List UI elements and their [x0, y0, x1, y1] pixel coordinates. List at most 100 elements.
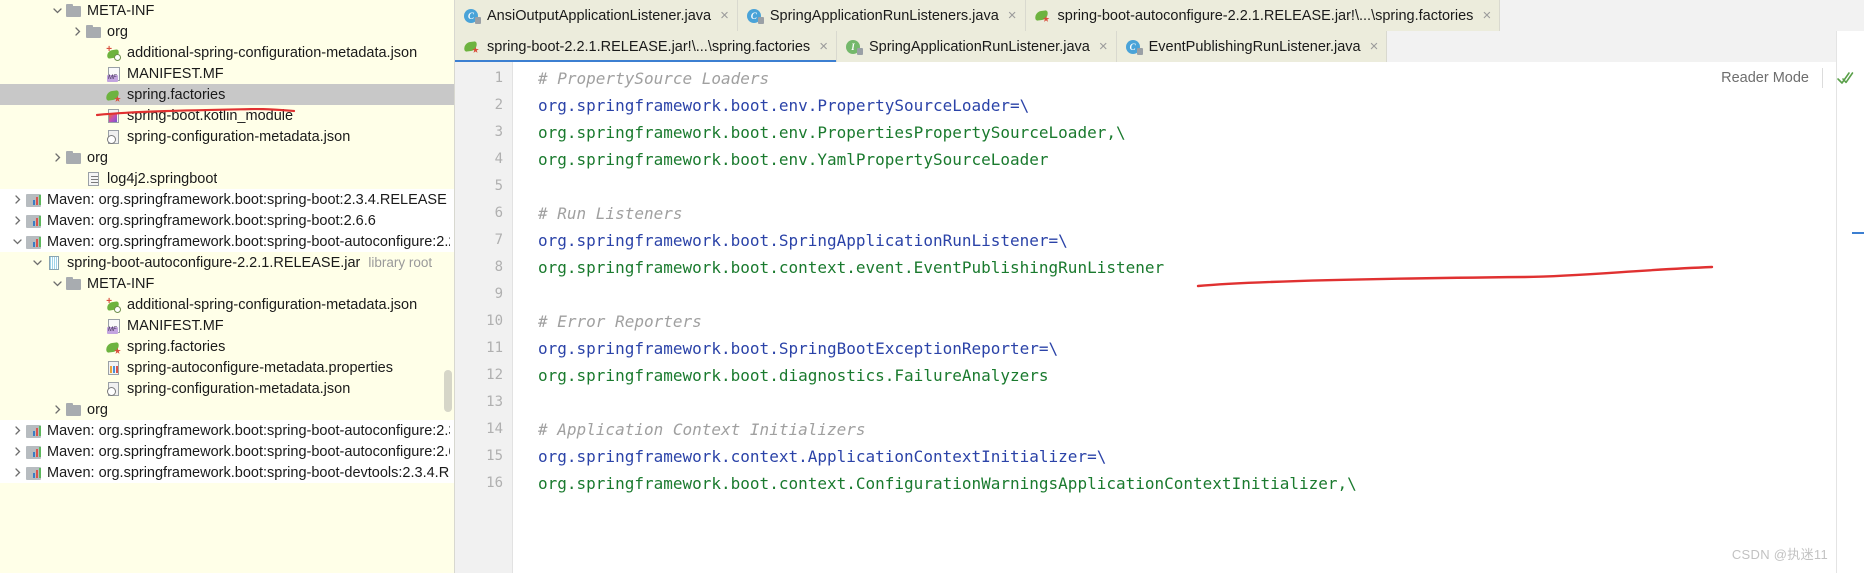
tree-item[interactable]: spring-boot-autoconfigure-2.2.1.RELEASE.…	[0, 252, 454, 273]
tree-item[interactable]: spring.factories	[0, 84, 454, 105]
editor-tab[interactable]: C SpringApplicationRunListeners.java ×	[737, 0, 1026, 31]
close-icon[interactable]: ×	[1370, 39, 1379, 54]
code-line[interactable]: # Error Reporters	[538, 308, 1864, 335]
chevron-down-icon[interactable]	[9, 236, 25, 247]
java-class-icon: C	[746, 8, 764, 24]
log-file-icon	[85, 171, 103, 187]
editor-tab[interactable]: I SpringApplicationRunListener.java ×	[836, 31, 1117, 62]
chevron-right-icon[interactable]	[9, 446, 25, 457]
line-number: 1	[494, 70, 503, 86]
editor-tab-bar[interactable]: C AnsiOutputApplicationListener.java × C Spr…	[455, 0, 1864, 63]
tree-item[interactable]: + additional-spring-configuration-metadat…	[0, 294, 454, 315]
code-line[interactable]: org.springframework.context.ApplicationC…	[538, 443, 1864, 470]
chevron-right-icon[interactable]	[9, 194, 25, 205]
tree-item-label: spring-boot.kotlin_module	[127, 107, 294, 124]
tree-item[interactable]: + additional-spring-configuration-metadat…	[0, 42, 454, 63]
code-line[interactable]: org.springframework.boot.context.Configu…	[538, 470, 1864, 497]
code-line[interactable]: org.springframework.boot.context.event.E…	[538, 254, 1864, 281]
chevron-down-icon[interactable]	[29, 257, 45, 268]
code-line[interactable]: org.springframework.boot.SpringBootExcep…	[538, 335, 1864, 362]
tree-item[interactable]: Maven: org.springframework.boot:spring-b…	[0, 231, 454, 252]
editor-tab-label: SpringApplicationRunListener.java	[868, 38, 1090, 55]
tree-item[interactable]: spring.factories	[0, 336, 454, 357]
tree-item[interactable]: org	[0, 147, 454, 168]
code-line[interactable]: org.springframework.boot.env.PropertiesP…	[538, 119, 1864, 146]
line-number: 13	[486, 394, 503, 410]
tree-item[interactable]: Maven: org.springframework.boot:spring-b…	[0, 462, 454, 483]
tree-item-label: spring.factories	[127, 86, 226, 103]
tree-item[interactable]: MANIFEST.MF	[0, 315, 454, 336]
close-icon[interactable]: ×	[1008, 8, 1017, 23]
tree-item-label: META-INF	[87, 2, 155, 19]
double-check-icon[interactable]	[1836, 69, 1854, 87]
close-icon[interactable]: ×	[819, 39, 828, 54]
code-line[interactable]: # Application Context Initializers	[538, 416, 1864, 443]
tree-item[interactable]: META-INF	[0, 273, 454, 294]
tree-item[interactable]: MANIFEST.MF	[0, 63, 454, 84]
tree-item[interactable]: Maven: org.springframework.boot:spring-b…	[0, 420, 454, 441]
code-line[interactable]: org.springframework.boot.env.PropertySou…	[538, 92, 1864, 119]
code-line[interactable]: org.springframework.boot.diagnostics.Fai…	[538, 362, 1864, 389]
code-line-text: org.springframework.boot.context.event.E…	[538, 258, 1165, 277]
line-number: 2	[494, 97, 503, 113]
code-content[interactable]: # PropertySource Loaders org.springframew…	[513, 62, 1864, 573]
line-number: 10	[486, 313, 503, 329]
code-line-text: org.springframework.boot.env.PropertySou…	[538, 96, 1030, 115]
editor-body[interactable]: 1 2 3 4 5 6 7 8 9 10 11 12 13 14 15 16 # PropertySource…	[455, 62, 1864, 573]
tree-item-label: spring-configuration-metadata.json	[127, 128, 351, 145]
chevron-down-icon[interactable]	[49, 5, 65, 16]
code-line[interactable]: # Run Listeners	[538, 200, 1864, 227]
code-line[interactable]: # PropertySource Loaders	[538, 65, 1864, 92]
tab-bar-filler	[1500, 0, 1864, 31]
project-tool-window[interactable]: META-INF org + additional-spring-configurat…	[0, 0, 455, 573]
code-line[interactable]	[538, 281, 1864, 308]
editor-tab[interactable]: C AnsiOutputApplicationListener.java ×	[455, 0, 738, 31]
tree-item[interactable]: spring-boot.kotlin_module	[0, 105, 454, 126]
line-number-gutter: 1 2 3 4 5 6 7 8 9 10 11 12 13 14 15 16	[455, 62, 513, 573]
tree-item[interactable]: META-INF	[0, 0, 454, 21]
project-tree-list[interactable]: META-INF org + additional-spring-configurat…	[0, 0, 454, 483]
tree-item-suffix: library root	[368, 255, 433, 270]
editor-tab-label: AnsiOutputApplicationListener.java	[487, 7, 712, 24]
tree-item[interactable]: Maven: org.springframework.boot:spring-b…	[0, 441, 454, 462]
reader-mode-strip[interactable]: Reader Mode	[1721, 62, 1864, 94]
line-number: 16	[486, 475, 503, 491]
close-icon[interactable]: ×	[720, 8, 729, 23]
tree-item[interactable]: Maven: org.springframework.boot:spring-b…	[0, 189, 454, 210]
chevron-down-icon[interactable]	[49, 278, 65, 289]
code-line-text: org.springframework.context.ApplicationC…	[538, 447, 1107, 466]
close-icon[interactable]: ×	[1099, 39, 1108, 54]
code-line[interactable]	[538, 389, 1864, 416]
folder-icon	[65, 150, 83, 166]
maven-icon	[25, 213, 43, 229]
tree-item[interactable]: spring-autoconfigure-metadata.properties	[0, 357, 454, 378]
editor-tab-row-2[interactable]: spring-boot-2.2.1.RELEASE.jar!\...\sprin…	[455, 31, 1864, 63]
close-icon[interactable]: ×	[1482, 8, 1491, 23]
editor-tab[interactable]: C EventPublishingRunListener.java ×	[1116, 31, 1388, 62]
tree-item[interactable]: org	[0, 399, 454, 420]
editor-tab[interactable]: spring-boot-2.2.1.RELEASE.jar!\...\sprin…	[455, 31, 837, 63]
tree-item[interactable]: Maven: org.springframework.boot:spring-b…	[0, 210, 454, 231]
chevron-right-icon[interactable]	[69, 26, 85, 37]
chevron-right-icon[interactable]	[9, 467, 25, 478]
editor-tab-row-1[interactable]: C AnsiOutputApplicationListener.java × C Spr…	[455, 0, 1864, 31]
code-line[interactable]: org.springframework.boot.SpringApplicati…	[538, 227, 1864, 254]
code-line[interactable]: org.springframework.boot.env.YamlPropert…	[538, 146, 1864, 173]
chevron-right-icon[interactable]	[49, 404, 65, 415]
chevron-right-icon[interactable]	[49, 152, 65, 163]
tree-item[interactable]: log4j2.springboot	[0, 168, 454, 189]
editor-tab[interactable]: spring-boot-autoconfigure-2.2.1.RELEASE.…	[1025, 0, 1501, 31]
chevron-right-icon[interactable]	[9, 425, 25, 436]
line-number: 8	[494, 259, 503, 275]
tree-item[interactable]: spring-configuration-metadata.json	[0, 126, 454, 147]
line-number: 14	[486, 421, 503, 437]
sidebar-scrollbar-thumb[interactable]	[444, 370, 452, 412]
tree-item-label: Maven: org.springframework.boot:spring-b…	[47, 212, 376, 229]
editor-scrollbar-gutter[interactable]	[1836, 31, 1864, 573]
tree-item[interactable]: spring-configuration-metadata.json	[0, 378, 454, 399]
tree-item[interactable]: org	[0, 21, 454, 42]
line-number: 15	[486, 448, 503, 464]
code-line[interactable]	[538, 173, 1864, 200]
properties-icon	[105, 360, 123, 376]
chevron-right-icon[interactable]	[9, 215, 25, 226]
